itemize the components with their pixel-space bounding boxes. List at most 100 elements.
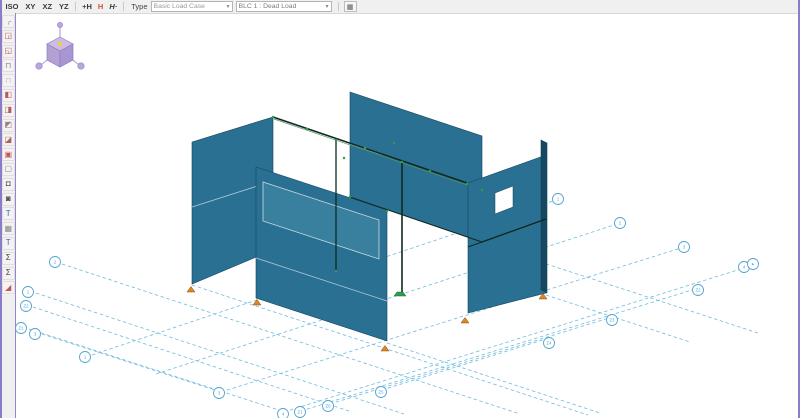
grid-label: 3 [679,242,690,253]
node-marker[interactable] [401,161,403,163]
grid-label: Z1 [295,407,306,418]
filter-alt-icon[interactable]: T [2,237,15,250]
navcube-axis-x [36,63,42,69]
copy-icon[interactable]: ▢ [2,163,15,176]
grid-label: 2 [615,218,626,229]
image-icon[interactable]: ▦ [2,222,15,235]
grid-label: 1 [23,287,34,298]
grid-label: 2 [50,257,61,268]
hide-show-button-1[interactable]: +H [79,2,95,11]
node-marker[interactable] [481,189,483,191]
support-marker-green[interactable] [394,292,406,296]
grid-line [42,334,221,392]
window-border-left [0,0,2,418]
load-case-dropdown[interactable]: BLC 1 : Dead Load ▾ [236,1,332,12]
sum-alt-icon[interactable]: Σ [2,267,15,280]
calculator-button[interactable]: ▦ [344,1,357,12]
node-marker[interactable] [393,142,395,144]
node-marker[interactable] [386,210,388,212]
navigation-cube[interactable] [34,21,86,76]
load-case-type-value: Basic Load Case [154,3,205,10]
grid-line [192,285,588,415]
hide-show-button-3[interactable]: H· [106,2,120,11]
grid-label: ➤ [748,259,759,270]
add-beam-icon[interactable]: ◱ [2,45,15,58]
node-marker[interactable] [335,139,337,141]
toolbar-separator [338,2,339,11]
add-opening-icon[interactable]: ◨ [2,104,15,117]
node-marker[interactable] [306,128,308,130]
support-marker-orange[interactable] [461,318,469,324]
top-toolbar: ISOXYXZYZ +HHH· Type Basic Load Case ▾ B… [2,0,798,14]
node-marker[interactable] [466,183,468,185]
svg-text:Z0: Z0 [326,404,332,409]
view-button-xy[interactable]: XY [22,2,39,11]
add-load-icon[interactable]: ▣ [2,148,15,161]
chevron-down-icon: ▾ [326,3,329,10]
view-button-yz[interactable]: YZ [56,2,73,11]
node-marker[interactable] [335,270,337,272]
left-tool-sidebar: ⌌◲◱⊓⊓◧◨◩◪▣▢◘◙T▦TΣΣ◢ [2,13,15,418]
grid-label: Z2 [21,301,32,312]
chevron-down-icon: ▾ [227,3,230,10]
svg-text:Z2: Z2 [24,304,30,309]
node-marker[interactable] [349,196,351,198]
grid-label: Z0 [323,401,334,412]
navcube-origin-dot [58,42,62,46]
grid-label: Z4 [544,338,555,349]
add-wall-icon[interactable]: ◧ [2,89,15,102]
view-button-iso[interactable]: ISO [2,2,22,11]
svg-text:Z1: Z1 [298,410,304,415]
grid-label: Z5 [376,387,387,398]
support-marker-orange[interactable] [253,300,261,306]
grid-label: Z1 [16,323,27,334]
grid-label: 1 [553,194,564,205]
view-button-xz[interactable]: XZ [39,2,56,11]
svg-text:➤: ➤ [751,262,755,267]
support-marker-orange[interactable] [381,346,389,352]
grid-label: Z3 [607,315,618,326]
filter-icon[interactable]: T [2,207,15,220]
node-marker[interactable] [272,116,274,118]
add-node-icon[interactable]: ⌌ [2,15,15,28]
hide-show-button-2[interactable]: H [95,2,106,11]
grid-line [29,329,288,413]
calculator-icon: ▦ [347,3,354,11]
results-chart-icon[interactable]: ◢ [2,281,15,294]
node-marker[interactable] [364,147,366,149]
grid-label: 4 [278,409,289,418]
navcube-axis-y [78,63,84,69]
grid-label: 3 [30,329,41,340]
grid-label: 1 [80,352,91,363]
sum-icon[interactable]: Σ [2,252,15,265]
load-case-value: BLC 1 : Dead Load [239,3,297,10]
navcube-axis-z [57,22,62,27]
type-label: Type [131,2,147,11]
node-marker[interactable] [429,170,431,172]
grid-label: 3 [214,388,225,399]
add-slab-icon[interactable]: ◩ [2,119,15,132]
hide-show-buttons-group: +HHH· [79,2,120,11]
add-plate-icon[interactable]: ⊓ [2,74,15,87]
unlock-icon[interactable]: ◙ [2,193,15,206]
load-case-type-dropdown[interactable]: Basic Load Case ▾ [151,1,233,12]
sidebar-divider [15,13,17,418]
3d-model-scene[interactable]: 21Z2Z13134Z1Z0Z5123Z2Z3Z44➤ [16,13,798,418]
grid-line [546,295,690,342]
application-window: ISOXYXZYZ +HHH· Type Basic Load Case ▾ B… [0,0,800,418]
support-marker-orange[interactable] [187,287,195,293]
svg-text:Z3: Z3 [610,318,616,323]
right-wall[interactable] [468,155,546,313]
add-member-icon[interactable]: ◲ [2,30,15,43]
grid-line [382,339,546,390]
toolbar-separator [75,2,76,11]
svg-text:Z5: Z5 [379,390,385,395]
lock-icon[interactable]: ◘ [2,178,15,191]
model-canvas[interactable]: 21Z2Z13134Z1Z0Z5123Z2Z3Z44➤ [16,13,798,418]
node-marker[interactable] [343,157,345,159]
svg-text:Z2: Z2 [696,288,702,293]
toolbar-separator [123,2,124,11]
add-panel-icon[interactable]: ◪ [2,133,15,146]
add-column-icon[interactable]: ⊓ [2,59,15,72]
right-wall-edge-strip[interactable] [541,140,547,293]
